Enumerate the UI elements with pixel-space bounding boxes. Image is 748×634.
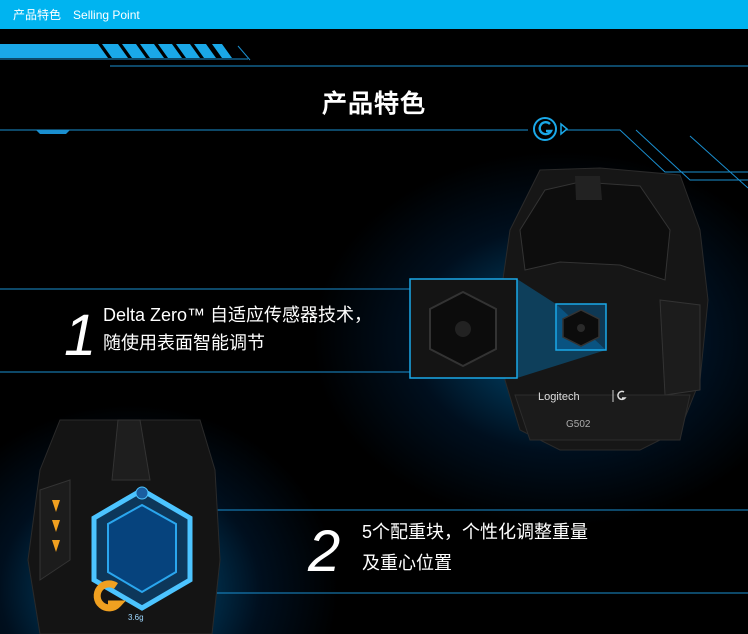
section-title: 产品特色 [321, 90, 426, 118]
feature-1-line1: Delta Zero™ 自适应传感器技术， [103, 305, 373, 325]
top-bar: 产品特色 Selling Point [0, 0, 748, 29]
feature-1-number: 1 [64, 303, 97, 368]
feature-1-line2: 随使用表面智能调节 [103, 333, 265, 353]
topbar-title-en: Selling Point [73, 7, 140, 22]
mouse-weights-image: 3.6g [27, 419, 221, 634]
feature-2-line1: 5个配重块，个性化调整重量 [362, 522, 589, 542]
feature-banner: Logitech G502 3.6g 产品特色 1 Delta Zero™ 自适… [0, 29, 748, 634]
feature-2-number: 2 [308, 519, 341, 584]
mouse-model-text: G502 [566, 419, 591, 430]
topbar-title-cn: 产品特色 [13, 8, 62, 22]
header-stripes [0, 44, 232, 58]
logitech-g-badge-icon [533, 117, 569, 141]
feature-2-line2: 及重心位置 [362, 553, 452, 573]
weight-label: 3.6g [128, 613, 144, 622]
mouse-brand-text: Logitech [538, 391, 580, 403]
